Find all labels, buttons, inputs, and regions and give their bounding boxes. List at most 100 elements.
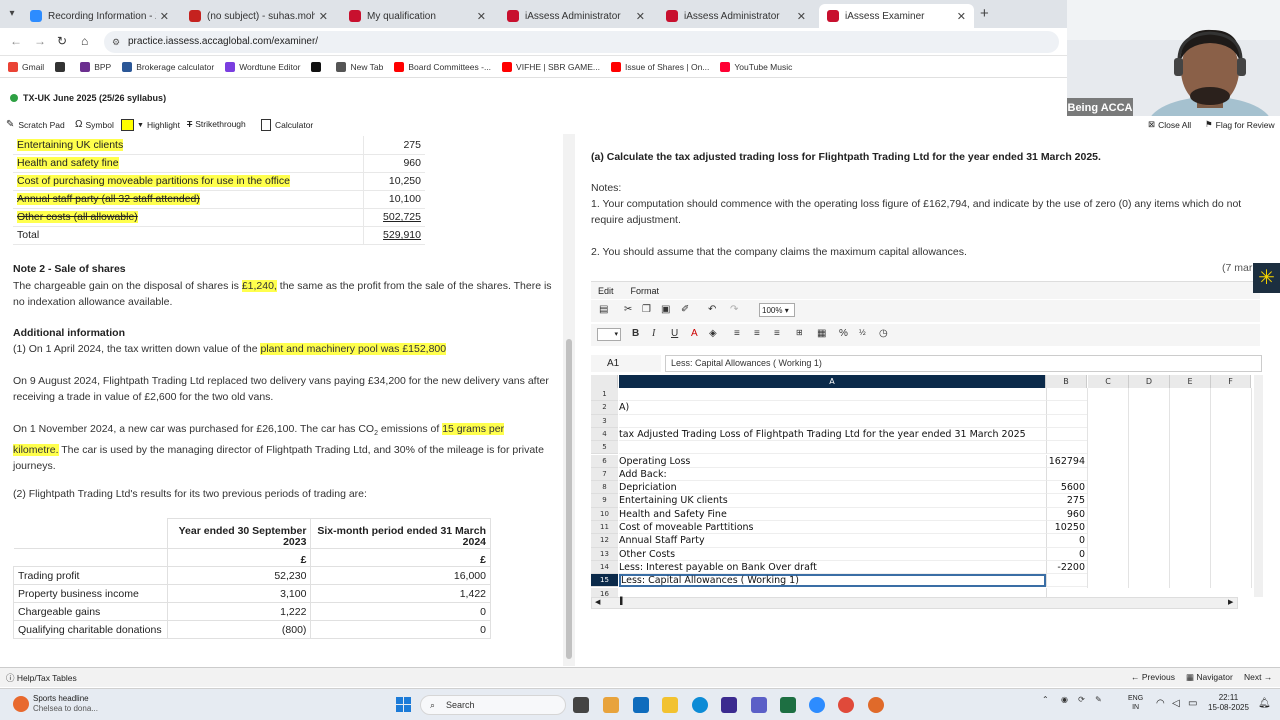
bookmark-item[interactable]: YouTube Music xyxy=(720,61,792,72)
row-header[interactable]: 7 xyxy=(591,467,618,482)
column-header[interactable]: E xyxy=(1170,375,1211,388)
close-all-button[interactable]: ⊠ Close All xyxy=(1148,119,1191,130)
asterisk-icon[interactable]: ✳ xyxy=(1253,263,1280,293)
new-tab-button[interactable]: + xyxy=(980,5,989,22)
language-indicator[interactable]: ENG IN xyxy=(1128,694,1143,712)
cell-b[interactable]: 0 xyxy=(1046,534,1087,548)
row-header[interactable]: 10 xyxy=(591,507,618,521)
cell-b[interactable]: -2200 xyxy=(1046,560,1087,575)
fraction-icon[interactable]: ½ xyxy=(859,328,866,337)
cell-a[interactable]: Depriciation xyxy=(619,481,1046,495)
zoom-select[interactable]: 100% ▾ xyxy=(759,303,795,317)
scroll-left-icon[interactable]: ◀ xyxy=(595,598,600,606)
copy-icon[interactable]: ❐ xyxy=(642,304,651,315)
row-header[interactable]: 2 xyxy=(591,401,618,415)
browser-tab[interactable]: iAssess Administrator ✕ xyxy=(499,4,653,28)
row-header[interactable]: 9 xyxy=(591,494,618,508)
notification-bell-icon[interactable]: 🔔︎ xyxy=(1258,698,1271,709)
cell-b[interactable] xyxy=(1046,587,1087,597)
merge-icon[interactable]: ⊞ xyxy=(796,328,803,337)
bookmark-item[interactable]: Board Committees -... xyxy=(394,61,491,72)
cell-b[interactable]: 275 xyxy=(1046,494,1087,508)
scroll-right-icon[interactable]: ▶ xyxy=(1228,598,1233,606)
row-header[interactable]: 3 xyxy=(591,414,618,428)
cell-b[interactable]: 10250 xyxy=(1046,521,1087,535)
system-clock[interactable]: 22:11 15-08-2025 xyxy=(1208,693,1249,713)
cell-reference[interactable]: A1 xyxy=(591,355,661,372)
cell-a[interactable]: Health and Safety Fine xyxy=(619,508,1046,521)
cell-b[interactable] xyxy=(1046,414,1087,428)
percent-icon[interactable]: % xyxy=(839,328,848,339)
previous-button[interactable]: ← Previous xyxy=(1131,672,1175,682)
cell-a[interactable] xyxy=(619,415,1046,428)
cell-a[interactable] xyxy=(619,441,1046,455)
underline-icon[interactable]: U xyxy=(671,328,678,339)
reload-icon[interactable]: ↻ xyxy=(57,34,67,48)
paste-icon[interactable]: ▣ xyxy=(661,304,670,315)
cut-icon[interactable]: ✂ xyxy=(624,304,632,315)
excel-icon[interactable] xyxy=(780,697,796,713)
browser-tab[interactable]: (no subject) - suhas.mohan5@gmail.com ✕ xyxy=(181,4,336,28)
currency-icon[interactable]: ▦ xyxy=(817,328,826,339)
bookmark-item[interactable]: New Tab xyxy=(336,61,383,72)
edge-icon[interactable] xyxy=(692,697,708,713)
browser-tab[interactable]: My qualification ✕ xyxy=(341,4,494,28)
select-all-corner[interactable] xyxy=(591,375,618,388)
browser-tab[interactable]: iAssess Examiner ✕ xyxy=(819,4,974,28)
tray-sync-icon[interactable]: ⟳ xyxy=(1078,695,1085,704)
row-header[interactable]: 5 xyxy=(591,441,618,455)
cell-a[interactable]: A) xyxy=(619,401,1046,415)
grid-vertical-scrollbar[interactable] xyxy=(1254,375,1263,597)
row-header[interactable]: 6 xyxy=(591,454,618,468)
cell-a[interactable]: Entertaining UK clients xyxy=(619,494,1046,508)
font-size-select[interactable]: ▾ xyxy=(597,328,621,341)
cell-b[interactable] xyxy=(1046,574,1087,588)
teams-icon[interactable] xyxy=(751,697,767,713)
redo-icon[interactable]: ↷ xyxy=(730,304,738,315)
cell-a[interactable]: tax Adjusted Trading Loss of Flightpath … xyxy=(619,428,1046,442)
navigator-button[interactable]: ▦ Navigator xyxy=(1186,672,1233,683)
highlight-button[interactable]: ▼ Highlight xyxy=(121,119,180,131)
file-explorer-icon[interactable] xyxy=(662,697,678,713)
tray-app-icon[interactable]: ◉ xyxy=(1061,695,1068,704)
left-scroll-thumb[interactable] xyxy=(566,339,572,659)
cell-b[interactable] xyxy=(1046,467,1087,482)
cell-b[interactable]: 162794 xyxy=(1046,454,1087,468)
bookmark-item[interactable]: Issue of Shares | On... xyxy=(610,61,709,72)
calculator-button[interactable]: Calculator xyxy=(261,119,313,131)
chrome-icon[interactable] xyxy=(838,697,854,713)
task-view-icon[interactable] xyxy=(573,697,589,713)
wifi-icon[interactable]: ◠ xyxy=(1156,698,1165,709)
close-icon[interactable]: ✕ xyxy=(477,10,486,23)
outlook-icon[interactable] xyxy=(633,697,649,713)
column-header[interactable]: B xyxy=(1046,375,1087,388)
formula-input[interactable]: Less: Capital Allowances ( Working 1) xyxy=(665,355,1262,372)
align-center-icon[interactable]: ≡ xyxy=(754,328,760,339)
document-icon[interactable]: ▤ xyxy=(599,304,608,315)
cell-a[interactable]: Less: Interest payable on Bank Over draf… xyxy=(619,561,1046,575)
browser-tab[interactable]: Recording Information - Zoom ✕ xyxy=(22,4,177,28)
taskbar-search[interactable]: ⌕ Search xyxy=(420,695,566,715)
cell-a[interactable]: Add Back: xyxy=(619,468,1046,482)
bold-icon[interactable]: B xyxy=(632,328,639,339)
column-header[interactable]: D xyxy=(1129,375,1170,388)
cell-a[interactable]: Other Costs xyxy=(619,548,1046,561)
tab-list-chevron-icon[interactable]: ▾ xyxy=(4,6,20,22)
edit-menu[interactable]: Edit xyxy=(598,286,614,296)
close-icon[interactable]: ✕ xyxy=(160,10,169,23)
row-header[interactable]: 4 xyxy=(591,427,618,442)
font-color-icon[interactable]: A xyxy=(691,328,698,339)
bookmark-item[interactable]: VIFHE | SBR GAME... xyxy=(502,61,600,72)
app-icon[interactable] xyxy=(721,697,737,713)
bookmark-item[interactable]: Wordtune Editor xyxy=(225,61,300,72)
row-header[interactable]: 8 xyxy=(591,481,618,495)
battery-icon[interactable]: ▭ xyxy=(1188,698,1197,709)
italic-icon[interactable]: I xyxy=(652,328,655,339)
cell-a[interactable]: Annual Staff Party xyxy=(619,534,1046,548)
cell-a[interactable]: Less: Capital Allowances ( Working 1) xyxy=(619,574,1046,588)
scratch-pad-button[interactable]: ✎ Scratch Pad xyxy=(6,119,65,130)
windows-start-icon[interactable] xyxy=(396,697,412,713)
cell-b[interactable]: 5600 xyxy=(1046,481,1087,495)
cell-b[interactable] xyxy=(1046,427,1087,442)
close-icon[interactable]: ✕ xyxy=(957,10,966,23)
